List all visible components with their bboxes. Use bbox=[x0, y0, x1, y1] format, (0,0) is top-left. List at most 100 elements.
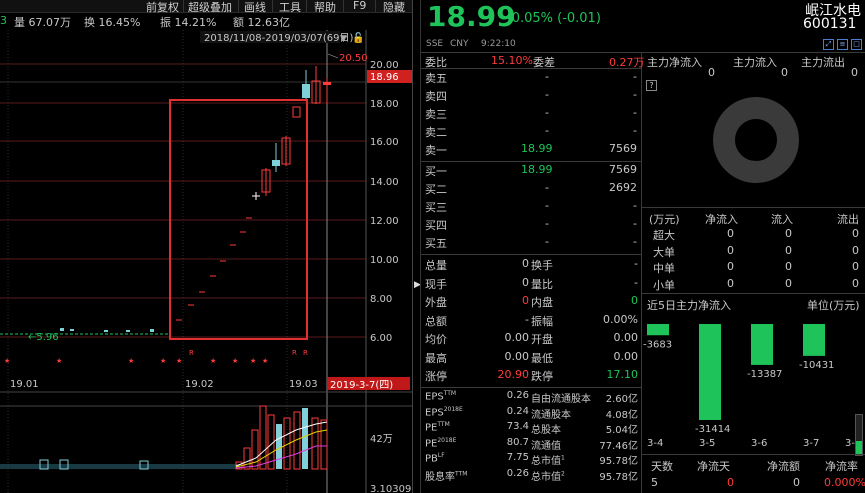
fund-label: EPSTTM bbox=[425, 390, 457, 403]
kline-chart[interactable]: 20.00 18.00 16.00 14.00 12.00 10.00 8.00… bbox=[0, 30, 412, 493]
flow-bar bbox=[803, 324, 825, 356]
svg-text:R: R bbox=[189, 349, 194, 357]
top-menu-bar: 前复权 超级叠加 画线 工具 帮助 F9 隐藏 bbox=[0, 0, 412, 14]
svg-text:R: R bbox=[303, 349, 308, 357]
stat-value: - bbox=[525, 312, 529, 326]
info-lead: 3 bbox=[0, 14, 7, 27]
window-icon[interactable]: □ bbox=[851, 39, 862, 50]
order-volume: - bbox=[633, 199, 637, 212]
order-level-label: 卖一 bbox=[425, 144, 447, 157]
stat-label: 最高 bbox=[425, 351, 447, 365]
flow-row-in: 0 bbox=[785, 260, 792, 273]
fund-label: 流通股本 bbox=[531, 409, 571, 421]
order-level-label: 卖四 bbox=[425, 90, 447, 103]
order-volume: - bbox=[633, 70, 637, 83]
flow-table-header: 流出 bbox=[837, 213, 859, 226]
info-amount: 额 12.63亿 bbox=[233, 16, 290, 29]
flow-header: 主力流出 bbox=[801, 56, 845, 69]
last-price: 18.99 bbox=[427, 0, 516, 33]
flow-header: 主力净流入 bbox=[647, 56, 702, 69]
order-level-label: 买五 bbox=[425, 237, 447, 250]
stat-value: - bbox=[634, 275, 638, 289]
flow-bar-label: -10431 bbox=[799, 360, 834, 371]
order-price: - bbox=[545, 88, 549, 101]
stat-value: 0.00 bbox=[504, 349, 530, 363]
stat-value: - bbox=[634, 257, 638, 270]
market-label: SSE bbox=[426, 39, 444, 49]
x-axis-label: 19.01 bbox=[10, 379, 39, 390]
x-axis-label: 19.03 bbox=[289, 379, 318, 390]
list-icon[interactable]: ≡ bbox=[837, 39, 848, 50]
expand-icon[interactable]: ⤢ bbox=[823, 39, 834, 50]
stat-value: 17.10 bbox=[606, 368, 639, 381]
fund-value: 0.26 bbox=[506, 467, 529, 479]
lock-icon[interactable]: 🔓 bbox=[352, 31, 364, 44]
price-tick: 18.00 bbox=[370, 99, 399, 110]
date-range-label: 2018/11/08-2019/03/07(69日) bbox=[204, 33, 354, 44]
stat-value: 0 bbox=[522, 275, 529, 289]
fund-value: 0.24 bbox=[506, 405, 529, 417]
order-volume: 7569 bbox=[609, 142, 637, 155]
help-icon[interactable]: ? bbox=[646, 80, 657, 91]
menu-f9[interactable]: F9 bbox=[353, 0, 366, 12]
stat-value: 20.90 bbox=[497, 368, 530, 381]
flow-table-header: 净流入 bbox=[705, 213, 738, 226]
five-day-flow-chart: -3683-31414-13387-104313-4 3-5 3-6 3-7 3-8 bbox=[643, 324, 861, 449]
svg-text:★: ★ bbox=[210, 357, 216, 365]
order-level-label: 买一 bbox=[425, 165, 447, 178]
svg-text:★: ★ bbox=[160, 357, 166, 365]
stat-label: 换手 bbox=[531, 259, 553, 272]
quote-time: 9:22:10 bbox=[481, 39, 516, 49]
flow-row-net: 0 bbox=[727, 276, 734, 290]
order-price: - bbox=[545, 199, 549, 212]
fund-label: 总市值1 bbox=[531, 454, 565, 467]
fund-label: PBLF bbox=[425, 452, 445, 465]
order-level-label: 卖三 bbox=[425, 108, 447, 121]
order-volume: 7569 bbox=[609, 163, 637, 176]
svg-text:★: ★ bbox=[56, 357, 62, 365]
scrollbar[interactable] bbox=[855, 414, 863, 456]
flow-row-out: 0 bbox=[852, 276, 859, 290]
flow-bar-label: -31414 bbox=[695, 424, 730, 435]
fund-label: 股息率TTM bbox=[425, 470, 468, 483]
flow-table-header: (万元) bbox=[649, 213, 680, 226]
stock-code: 600131 bbox=[803, 16, 857, 32]
stat-value: 0.00 bbox=[613, 349, 639, 363]
stat-value: 0.00 bbox=[613, 331, 639, 344]
stock-info-bar: 3 量 67.07万 换 16.45% 振 14.21% 额 12.63亿 bbox=[0, 13, 412, 29]
flow-date-label: 3-7 bbox=[803, 438, 819, 449]
flow-row-out: 0 bbox=[852, 227, 859, 240]
fund-value: 77.46亿 bbox=[599, 440, 638, 452]
svg-text:★: ★ bbox=[262, 357, 268, 365]
high-price-marker: 20.50 bbox=[339, 53, 368, 64]
stat-label: 涨停 bbox=[425, 370, 447, 383]
svg-text:R: R bbox=[292, 349, 297, 357]
flow-date-label: 3-5 bbox=[699, 438, 715, 449]
stat-label: 现手 bbox=[425, 277, 447, 291]
order-volume: - bbox=[633, 217, 637, 230]
flow-row-net: 0 bbox=[727, 227, 734, 240]
flow-row-label: 中单 bbox=[653, 262, 675, 275]
order-level-label: 卖二 bbox=[425, 126, 447, 139]
order-volume: - bbox=[633, 106, 637, 119]
flow-row-label: 小单 bbox=[653, 278, 675, 292]
money-flow-donut bbox=[713, 97, 799, 183]
info-volume: 量 67.07万 bbox=[14, 16, 71, 29]
price-tick: 20.00 bbox=[370, 60, 399, 71]
svg-text:★: ★ bbox=[250, 357, 256, 365]
quote-panel: 18.99 -0.05% (-0.01) 岷江水电 600131 SSE CNY… bbox=[421, 0, 865, 493]
flow-row-out: 0 bbox=[852, 260, 859, 273]
stat-value: 0 bbox=[522, 294, 529, 307]
info-turnover: 换 16.45% bbox=[84, 16, 141, 29]
fund-value: 95.78亿 bbox=[599, 456, 638, 467]
currency-label: CNY bbox=[450, 39, 469, 49]
order-price: - bbox=[545, 181, 549, 194]
price-tick: 12.00 bbox=[370, 216, 399, 227]
cursor-date-label: 2019-3-7(四) bbox=[330, 380, 393, 391]
order-volume: 2692 bbox=[609, 181, 637, 194]
five-day-title: 近5日主力净流入 bbox=[647, 299, 731, 312]
order-volume: - bbox=[633, 124, 637, 137]
dropdown-icon[interactable]: ▼ bbox=[340, 34, 347, 44]
fund-value: 80.7 bbox=[506, 436, 529, 448]
stat-label: 总量 bbox=[425, 259, 447, 272]
